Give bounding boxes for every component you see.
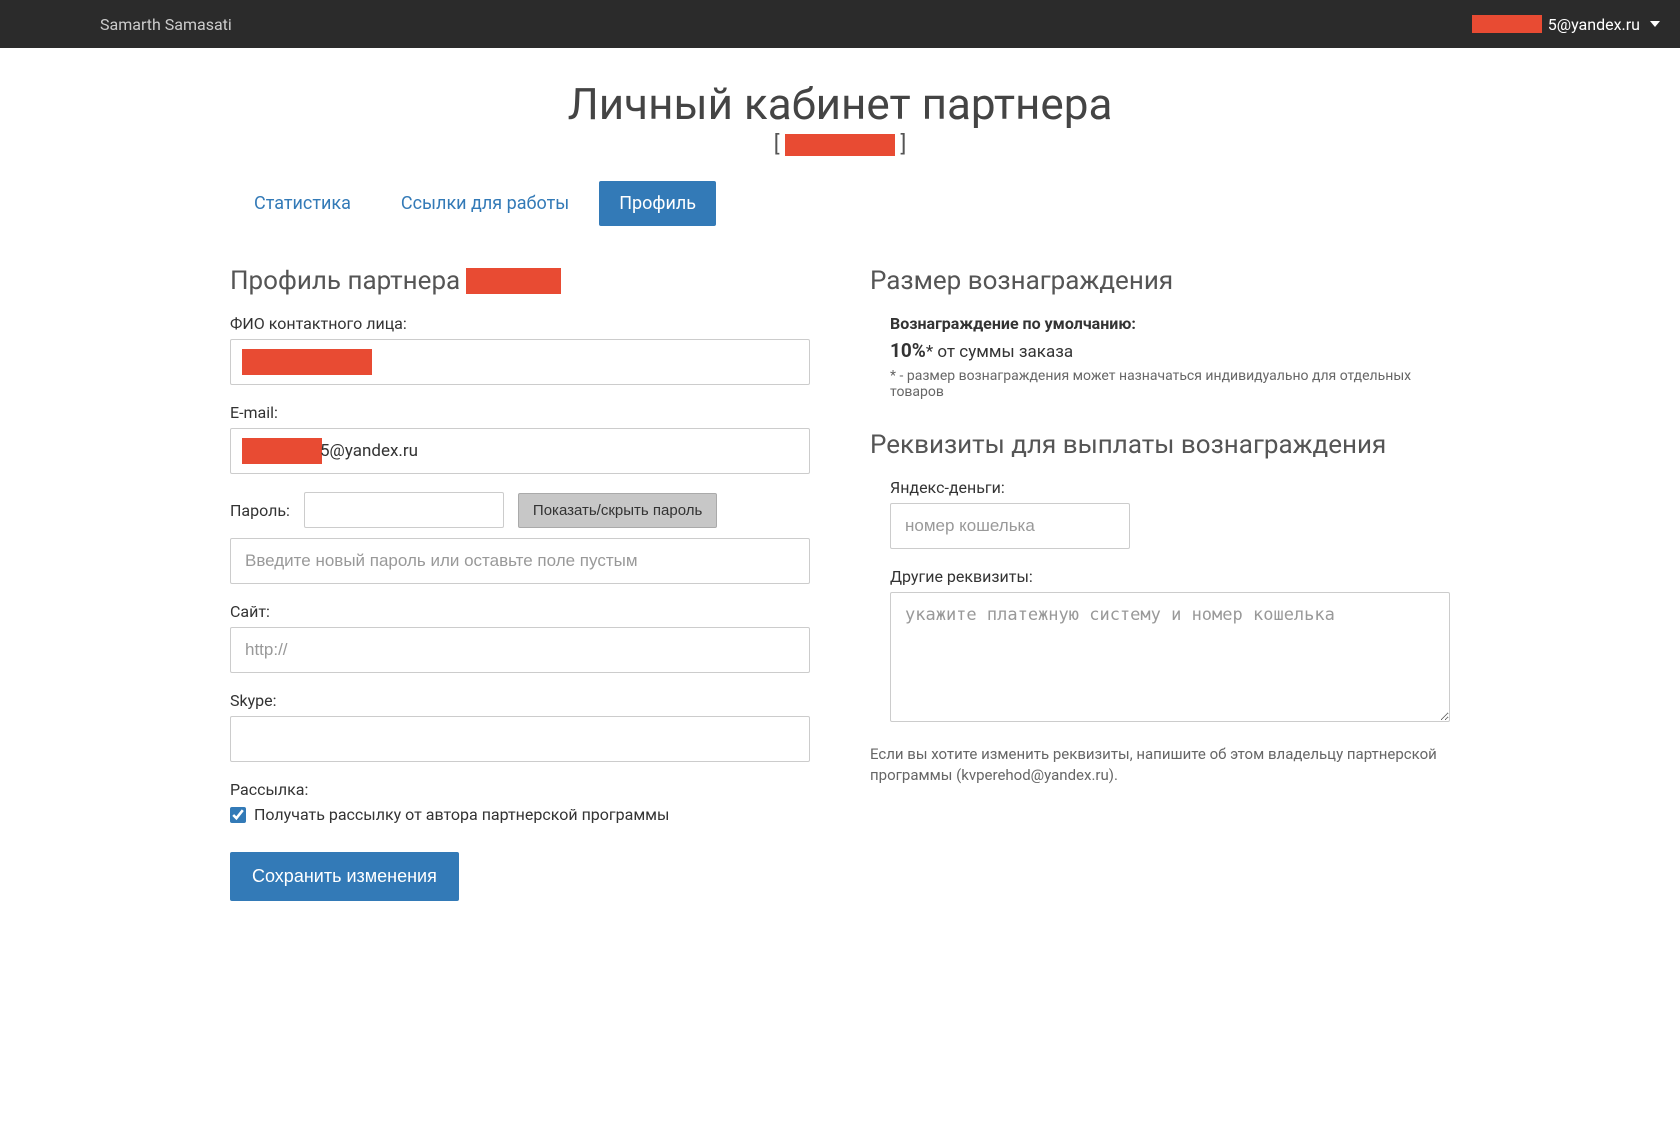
yandex-money-label: Яндекс-деньги:: [890, 478, 1450, 497]
redacted-fio: [242, 349, 372, 375]
redacted-partner-name: [466, 268, 561, 294]
site-input[interactable]: [230, 627, 810, 673]
site-label: Сайт:: [230, 602, 810, 621]
skype-label: Skype:: [230, 691, 810, 710]
save-button[interactable]: Сохранить изменения: [230, 852, 459, 901]
reward-default-label: Вознаграждение по умолчанию:: [890, 314, 1450, 333]
chevron-down-icon: [1650, 21, 1660, 27]
reward-value: 10%* от суммы заказа: [890, 339, 1450, 362]
skype-input[interactable]: [230, 716, 810, 762]
profile-column: Профиль партнера ФИО контактного лица: E…: [230, 266, 810, 901]
user-menu[interactable]: 5@yandex.ru: [1472, 15, 1660, 34]
user-email-suffix: 5@yandex.ru: [1548, 15, 1640, 34]
toggle-password-button[interactable]: Показать/скрыть пароль: [518, 493, 717, 528]
brand-name[interactable]: Samarth Samasati: [100, 15, 232, 34]
mailing-checkbox[interactable]: [230, 807, 246, 823]
tabs: Статистика Ссылки для работы Профиль: [230, 181, 1450, 226]
topbar: Samarth Samasati 5@yandex.ru: [0, 0, 1680, 48]
reward-heading: Размер вознаграждения: [870, 266, 1450, 296]
page-title: Личный кабинет партнера: [230, 78, 1450, 130]
payout-footer-note: Если вы хотите изменить реквизиты, напиш…: [870, 744, 1450, 786]
yandex-money-input[interactable]: [890, 503, 1130, 549]
password-current-input[interactable]: [304, 492, 504, 528]
right-column: Размер вознаграждения Вознаграждение по …: [870, 266, 1450, 901]
tab-profile[interactable]: Профиль: [599, 181, 716, 226]
profile-heading: Профиль партнера: [230, 266, 810, 296]
other-details-input[interactable]: [890, 592, 1450, 722]
page-subtitle: [ ]: [230, 132, 1450, 157]
page-title-block: Личный кабинет партнера [ ]: [230, 78, 1450, 157]
payout-heading: Реквизиты для выплаты вознаграждения: [870, 430, 1450, 460]
redacted-email: [242, 438, 322, 464]
email-label: E-mail:: [230, 403, 810, 422]
mailing-label: Рассылка:: [230, 780, 810, 799]
other-details-label: Другие реквизиты:: [890, 567, 1450, 586]
reward-note: * - размер вознаграждения может назначат…: [890, 368, 1450, 400]
tab-statistics[interactable]: Статистика: [234, 181, 371, 226]
mailing-checkbox-label: Получать рассылку от автора партнерской …: [254, 805, 669, 824]
tab-links[interactable]: Ссылки для работы: [381, 181, 589, 226]
password-label: Пароль:: [230, 501, 290, 520]
fio-label: ФИО контактного лица:: [230, 314, 810, 333]
redacted-email-prefix: [1472, 15, 1542, 33]
redacted-partner-id: [785, 134, 895, 156]
password-new-input[interactable]: [230, 538, 810, 584]
